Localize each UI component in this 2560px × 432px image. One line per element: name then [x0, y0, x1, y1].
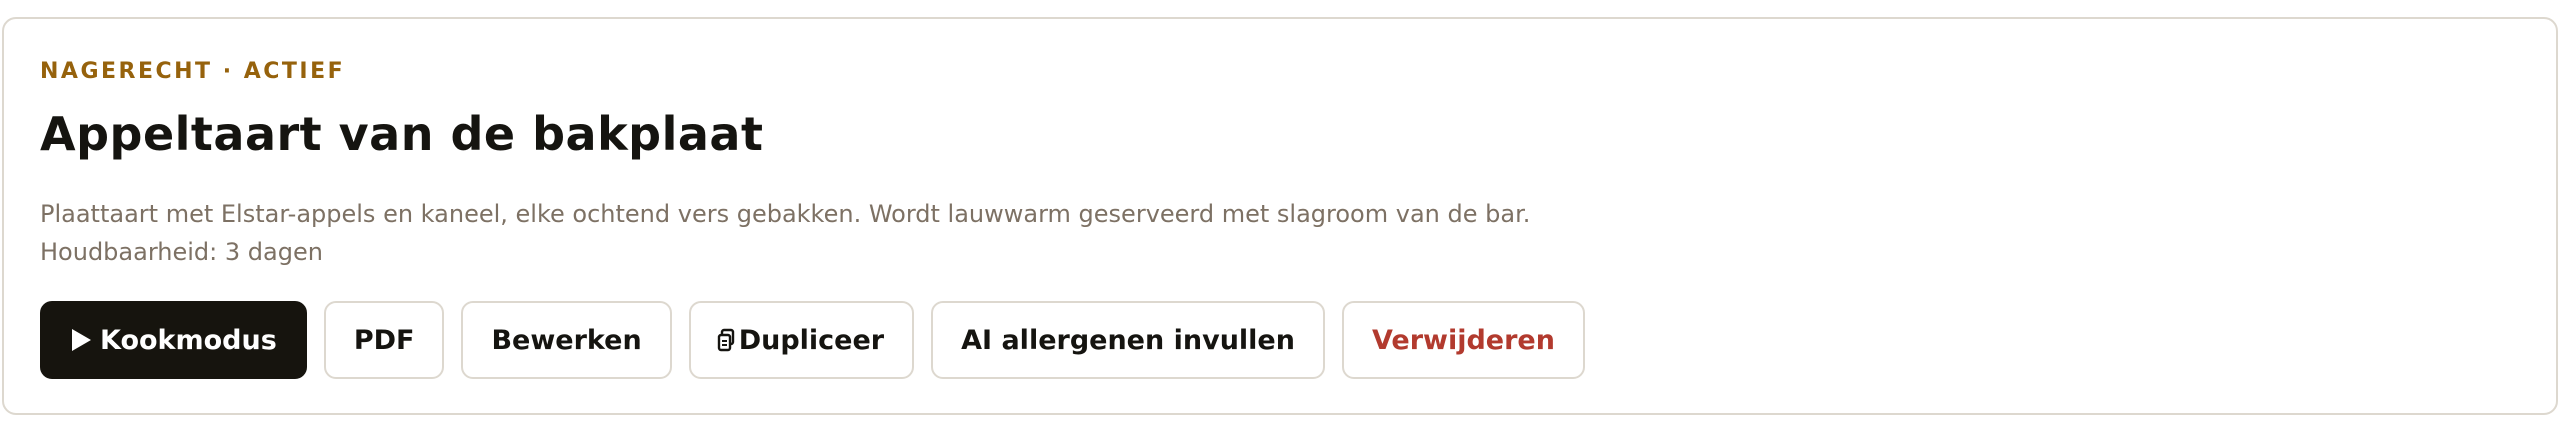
category-label: NAGERECHT · ACTIEF — [40, 59, 346, 84]
play-icon — [70, 328, 92, 352]
duplicate-button[interactable]: Dupliceer — [688, 301, 915, 379]
edit-button[interactable]: Bewerken — [461, 301, 672, 379]
ai-allergens-button[interactable]: AI allergenen invullen — [931, 301, 1325, 379]
cook-mode-button[interactable]: Kookmodus — [40, 301, 307, 379]
duplicate-label: Dupliceer — [738, 324, 885, 356]
pdf-button[interactable]: PDF — [323, 301, 445, 379]
recipe-card: NAGERECHT · ACTIEF Appeltaart van de bak… — [2, 17, 2558, 415]
recipe-title: Appeltaart van de bakplaat — [40, 107, 764, 161]
copy-icon — [717, 328, 735, 352]
recipe-description-block: Plaattaart met Elstar-appels en kaneel, … — [40, 195, 1530, 271]
delete-button[interactable]: Verwijderen — [1341, 301, 1585, 379]
action-bar: Kookmodus PDF Bewerken Dupliceer AI alle… — [40, 301, 1585, 379]
shelf-life: Houdbaarheid: 3 dagen — [40, 238, 323, 266]
edit-label: Bewerken — [491, 324, 642, 356]
ai-allergens-label: AI allergenen invullen — [961, 324, 1295, 356]
pdf-label: PDF — [353, 324, 415, 356]
recipe-description: Plaattaart met Elstar-appels en kaneel, … — [40, 200, 1531, 228]
delete-label: Verwijderen — [1371, 324, 1555, 356]
cook-mode-label: Kookmodus — [100, 324, 277, 356]
